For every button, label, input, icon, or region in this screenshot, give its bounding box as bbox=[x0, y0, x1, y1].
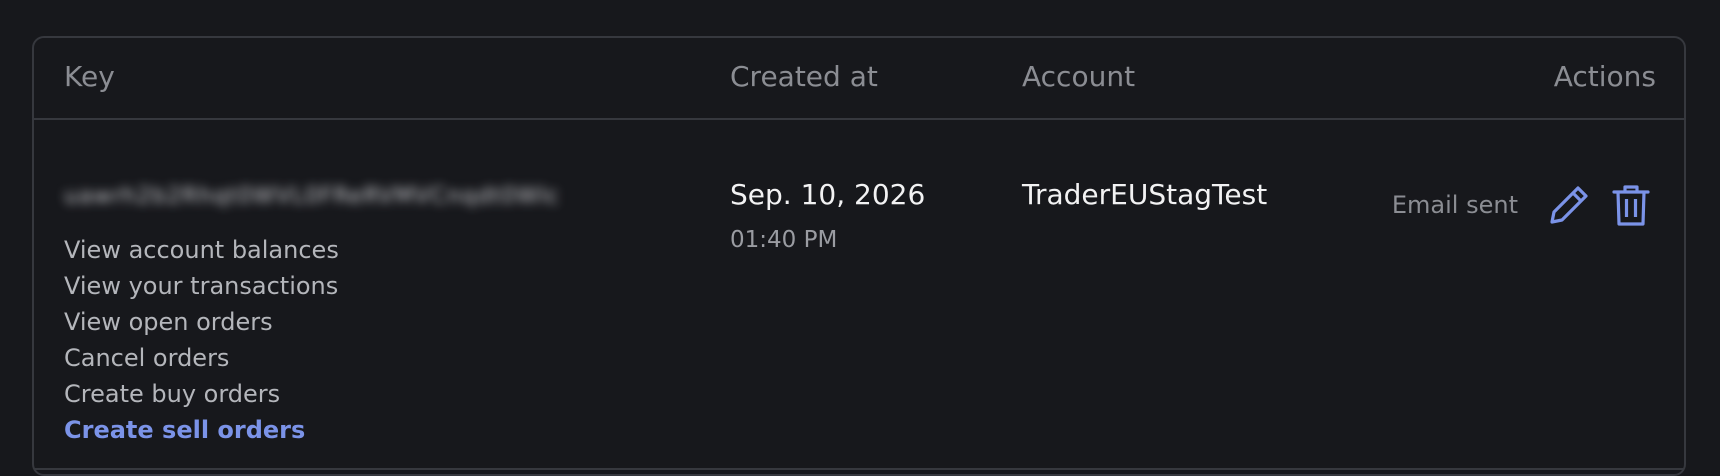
permission-item: Cancel orders bbox=[64, 344, 230, 372]
permission-item: View account balances bbox=[64, 236, 339, 264]
api-key-value: uawrh2b2Rhqt0WVL0FReRVMVCnqdt0WIc bbox=[64, 184, 560, 209]
pencil-icon bbox=[1550, 186, 1588, 224]
edit-button[interactable] bbox=[1546, 182, 1592, 228]
permission-item: Create buy orders bbox=[64, 380, 281, 408]
delete-button[interactable] bbox=[1608, 182, 1654, 228]
table-row: uawrh2b2Rhqt0WVL0FReRVMVCnqdt0WIc View a… bbox=[34, 120, 1684, 470]
created-date: Sep. 10, 2026 bbox=[730, 178, 926, 211]
column-header-account: Account bbox=[1022, 60, 1136, 93]
permission-item-highlighted: Create sell orders bbox=[64, 416, 306, 444]
permission-item: View open orders bbox=[64, 308, 273, 336]
permission-item: View your transactions bbox=[64, 272, 339, 300]
permissions-list: View account balances View your transact… bbox=[64, 232, 339, 448]
created-time: 01:40 PM bbox=[730, 227, 838, 253]
api-keys-table: Key Created at Account Actions uawrh2b2R… bbox=[32, 36, 1686, 476]
status-text: Email sent bbox=[1391, 191, 1518, 219]
trash-icon bbox=[1612, 185, 1650, 226]
column-header-key: Key bbox=[64, 60, 115, 93]
table-header: Key Created at Account Actions bbox=[34, 38, 1684, 120]
column-header-created-at: Created at bbox=[730, 60, 878, 93]
column-header-actions: Actions bbox=[1553, 60, 1656, 93]
account-name: TraderEUStagTest bbox=[1022, 178, 1268, 211]
